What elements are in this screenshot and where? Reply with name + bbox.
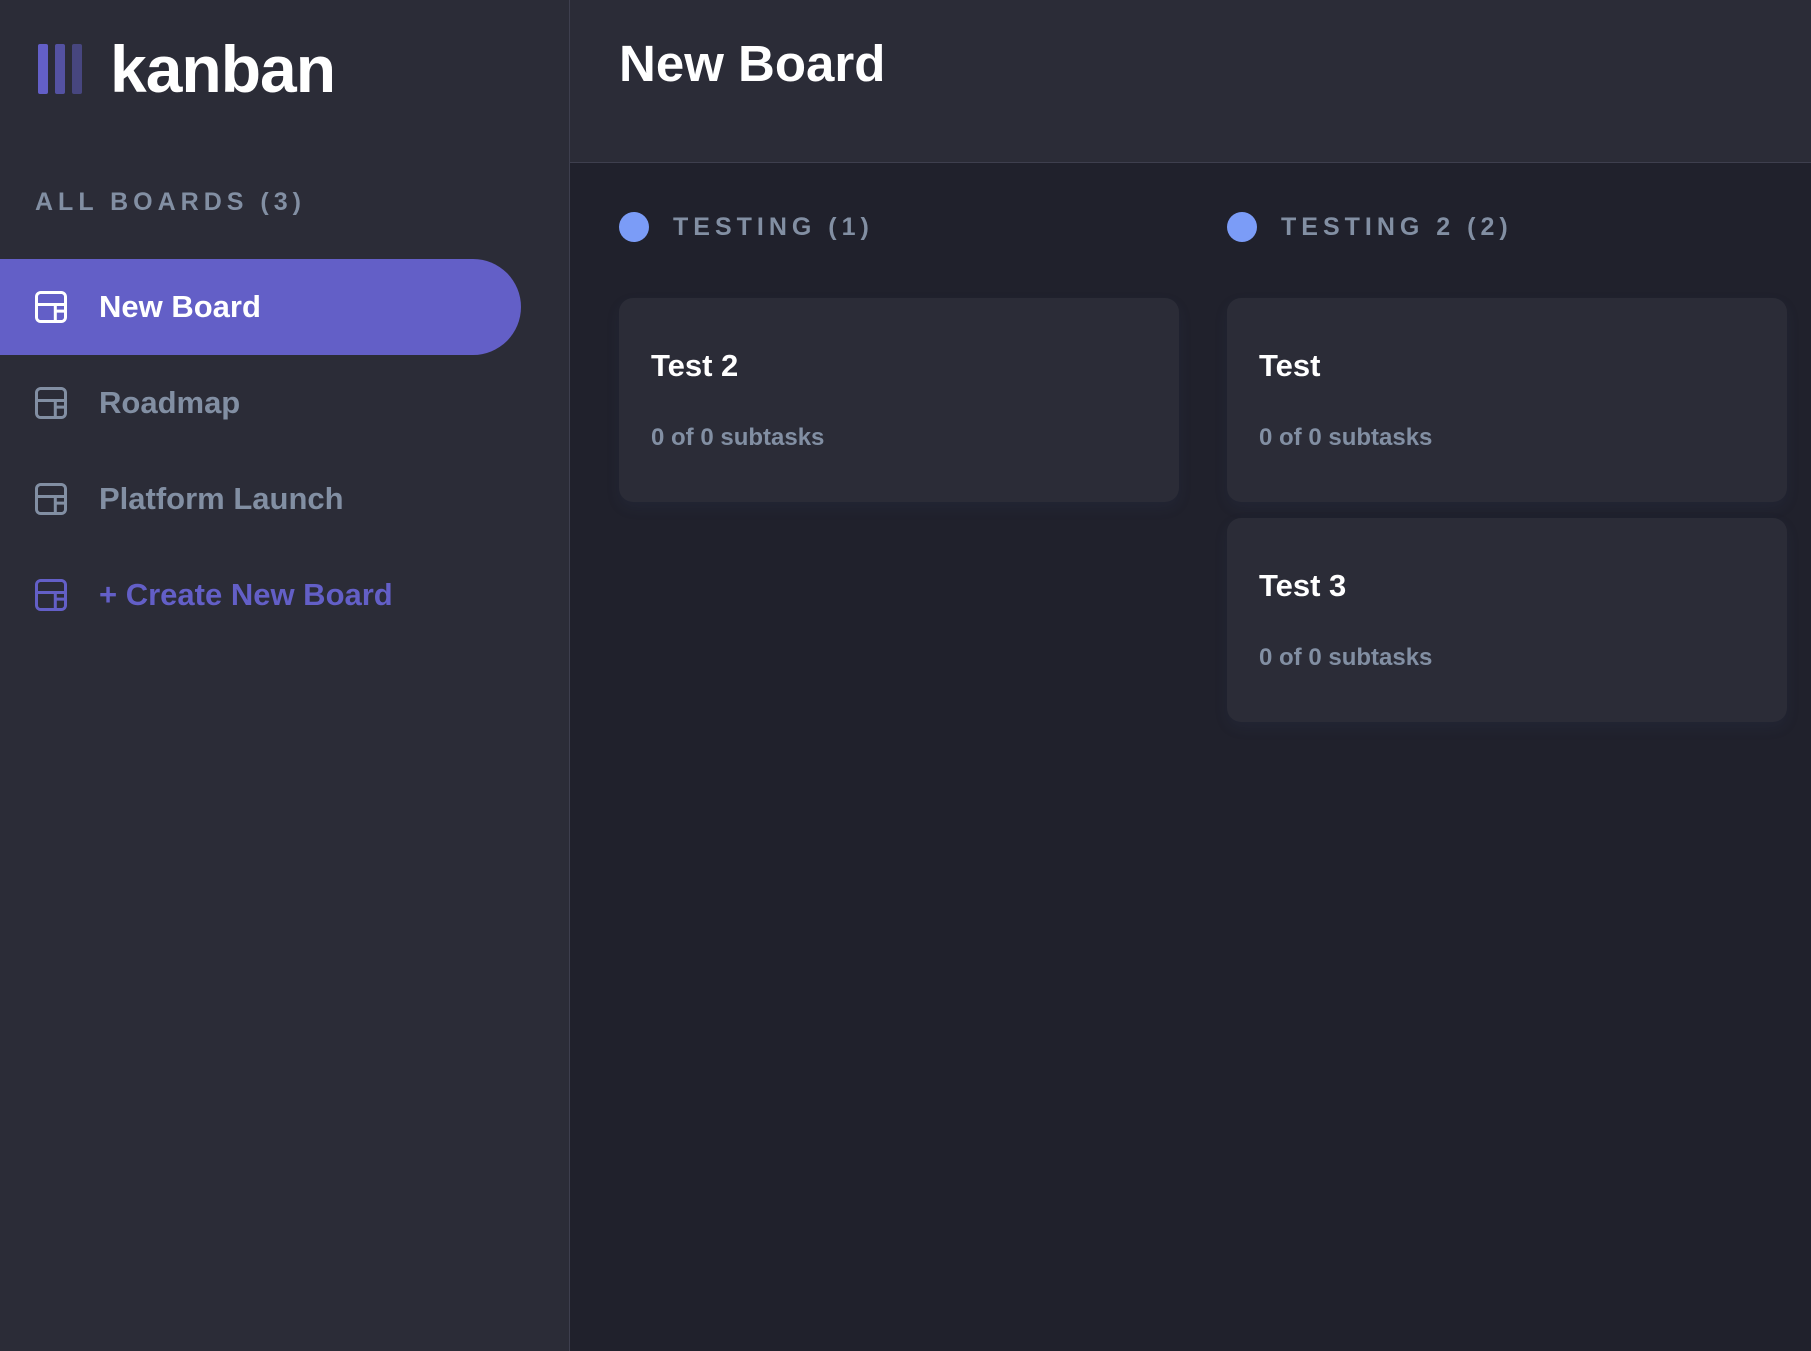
page-title: New Board: [619, 35, 886, 92]
sidebar-item-roadmap[interactable]: Roadmap: [0, 355, 521, 451]
logo-text: kanban: [110, 32, 336, 106]
board-list: New Board Roadmap Platform Launch + Crea…: [0, 259, 521, 643]
logo: kanban: [38, 32, 336, 106]
sidebar-item-label: Roadmap: [99, 385, 241, 420]
sidebar-item-platform-launch[interactable]: Platform Launch: [0, 451, 521, 547]
task-card[interactable]: Test 0 of 0 subtasks: [1227, 298, 1787, 502]
board-icon: [35, 387, 67, 419]
card-list: Test 0 of 0 subtasks Test 3 0 of 0 subta…: [1227, 298, 1787, 722]
card-list: Test 2 0 of 0 subtasks: [619, 298, 1179, 502]
task-subtasks: 0 of 0 subtasks: [1259, 424, 1433, 451]
board-column-testing-2: TESTING 2 (2) Test 0 of 0 subtasks Test …: [1227, 208, 1787, 738]
kanban-app: kanban ALL BOARDS (3) New Board Roadmap: [0, 0, 1811, 1351]
sidebar: kanban ALL BOARDS (3) New Board Roadmap: [0, 0, 570, 1351]
column-status-dot: [619, 212, 649, 242]
column-status-dot: [1227, 212, 1257, 242]
board-icon: [35, 291, 67, 323]
column-title: TESTING 2 (2): [1281, 212, 1513, 241]
task-subtasks: 0 of 0 subtasks: [651, 424, 825, 451]
all-boards-heading: ALL BOARDS (3): [35, 188, 306, 216]
board-column-testing: TESTING (1) Test 2 0 of 0 subtasks: [619, 208, 1179, 518]
header: New Board: [570, 0, 1811, 163]
board-icon: [35, 483, 67, 515]
kanban-logo-icon: [38, 44, 82, 94]
column-header: TESTING 2 (2): [1227, 208, 1787, 246]
task-subtasks: 0 of 0 subtasks: [1259, 644, 1433, 671]
task-title: Test 3: [1259, 568, 1347, 603]
task-title: Test: [1259, 348, 1321, 383]
task-card[interactable]: Test 3 0 of 0 subtasks: [1227, 518, 1787, 722]
column-header: TESTING (1): [619, 208, 1179, 246]
board-icon: [35, 579, 67, 611]
sidebar-item-label: Platform Launch: [99, 481, 344, 516]
task-card[interactable]: Test 2 0 of 0 subtasks: [619, 298, 1179, 502]
sidebar-item-label: New Board: [99, 289, 261, 324]
create-new-board-button[interactable]: + Create New Board: [0, 547, 521, 643]
sidebar-item-new-board[interactable]: New Board: [0, 259, 521, 355]
task-title: Test 2: [651, 348, 739, 383]
create-new-board-label: + Create New Board: [99, 577, 393, 612]
column-title: TESTING (1): [673, 212, 874, 241]
